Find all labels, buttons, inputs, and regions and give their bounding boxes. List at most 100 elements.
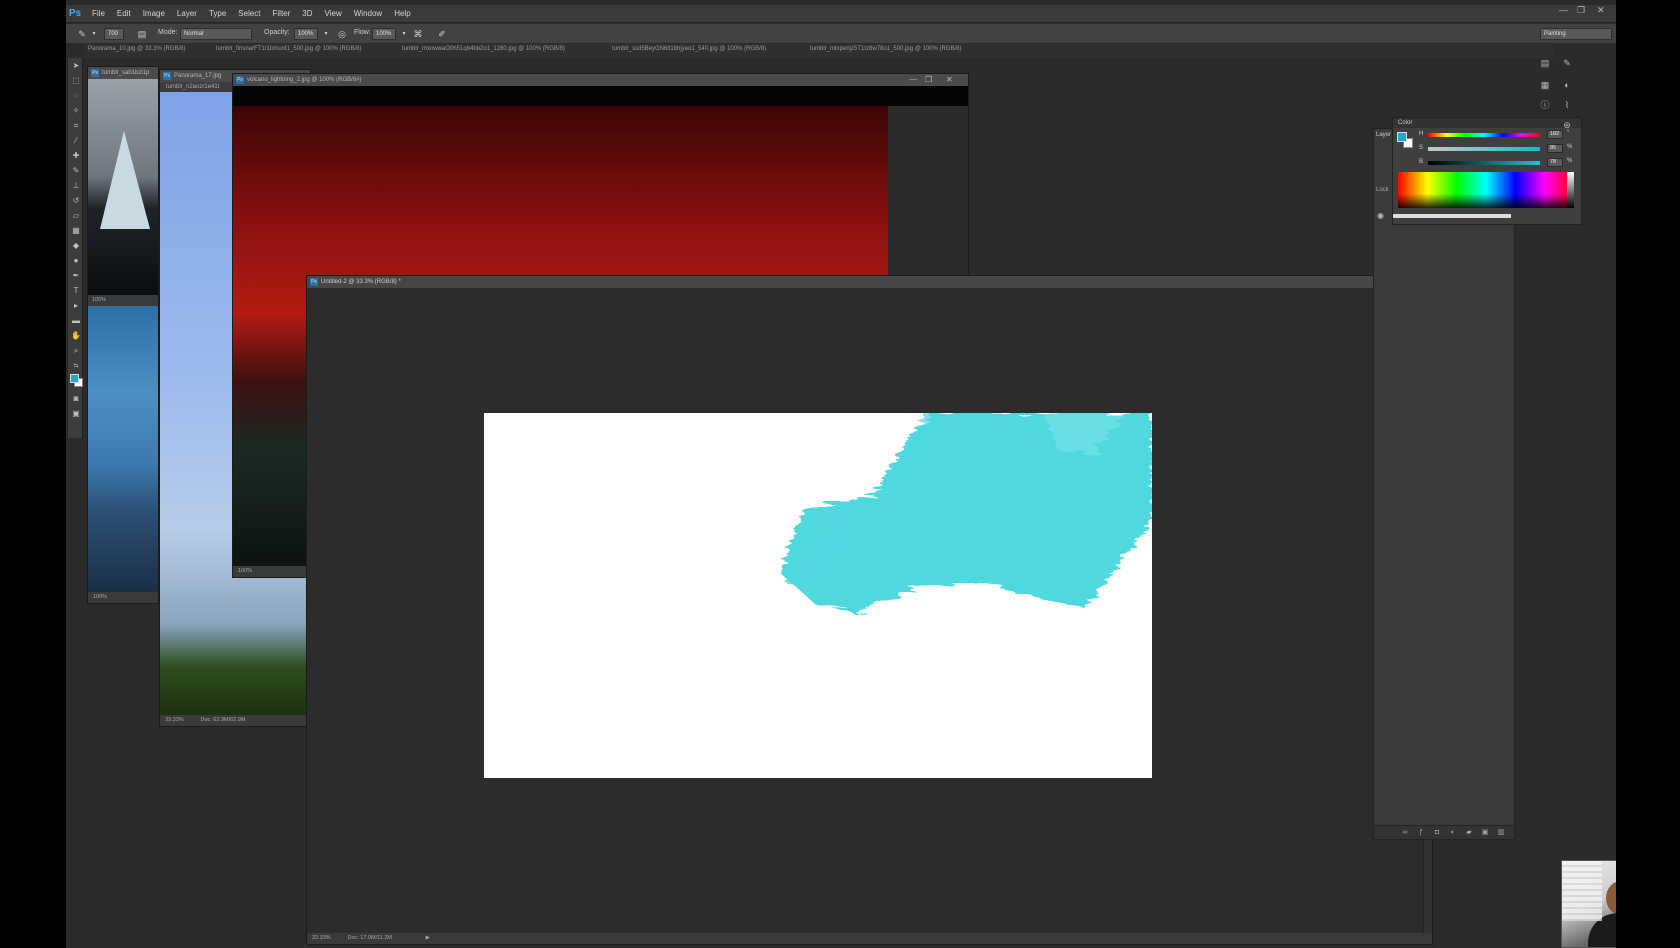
- menu-file[interactable]: File: [86, 5, 111, 23]
- quick-select-tool-icon[interactable]: ✧: [70, 105, 82, 117]
- airbrush-icon[interactable]: ⌘: [412, 28, 424, 40]
- stamp-tool-icon[interactable]: ⊥: [70, 180, 82, 192]
- menu-edit[interactable]: Edit: [111, 5, 137, 23]
- saturation-field[interactable]: 85: [1547, 144, 1563, 153]
- adjustments-panel-icon[interactable]: ◐: [1560, 79, 1574, 91]
- quick-mask-icon[interactable]: ◙: [70, 393, 82, 405]
- iceberg-shape: [100, 131, 150, 229]
- crop-tool-icon[interactable]: ⌗: [70, 120, 82, 132]
- paths-panel-icon[interactable]: ⌇: [1560, 99, 1574, 111]
- hue-slider[interactable]: [1428, 133, 1540, 137]
- window-title[interactable]: Ps tumblr_sab1bzl1p: [88, 67, 158, 79]
- opacity-label: Opacity:: [264, 29, 290, 36]
- restore-button[interactable]: ❐: [1577, 5, 1585, 16]
- menu-type[interactable]: Type: [203, 5, 232, 23]
- flow-field[interactable]: 100%: [372, 28, 396, 40]
- saturation-label: S: [1419, 145, 1424, 151]
- webcam-overlay: [1561, 860, 1616, 948]
- marquee-tool-icon[interactable]: ⬚: [70, 75, 82, 87]
- brush-tool-icon[interactable]: ✎: [76, 28, 88, 40]
- menu-image[interactable]: Image: [137, 5, 171, 23]
- minimize-icon[interactable]: —: [909, 75, 917, 84]
- brush-stroke: [780, 413, 1152, 613]
- pen-tool-icon[interactable]: ✒: [70, 270, 82, 282]
- gradient-tool-icon[interactable]: ▦: [70, 225, 82, 237]
- history-brush-icon[interactable]: ↺: [70, 195, 82, 207]
- link-icon[interactable]: ∞: [1400, 828, 1410, 838]
- chevron-down-icon[interactable]: ▾: [88, 28, 100, 40]
- pressure-size-icon[interactable]: ✐: [436, 28, 448, 40]
- properties-panel-icon[interactable]: ▦: [1538, 79, 1552, 91]
- screen-mode-icon[interactable]: ▣: [70, 408, 82, 420]
- color-spectrum-ramp[interactable]: [1398, 172, 1574, 208]
- brightness-slider[interactable]: [1428, 161, 1540, 165]
- shape-tool-icon[interactable]: ▬: [70, 315, 82, 327]
- brush-tool-icon[interactable]: ✎: [70, 165, 82, 177]
- document-window-untitled[interactable]: PsUntitled-2 @ 33.3% (RGB/8) * — ❐ ✕: [306, 275, 1433, 945]
- blur-tool-icon[interactable]: ◆: [70, 240, 82, 252]
- eyedropper-tool-icon[interactable]: ⁄: [70, 135, 82, 147]
- brush-presets-icon[interactable]: ✎: [1560, 57, 1574, 69]
- swap-colors-icon[interactable]: ⇆: [70, 360, 82, 372]
- history-panel-icon[interactable]: ▤: [1538, 57, 1552, 69]
- folder-icon[interactable]: ▰: [1464, 828, 1474, 838]
- mode-select[interactable]: Normal: [180, 28, 252, 40]
- doc-tab[interactable]: tumblr_ssd5BeyGN6lt1bhjyeo1_540.jpg @ 10…: [612, 46, 766, 52]
- path-select-icon[interactable]: ▸: [70, 300, 82, 312]
- opacity-field[interactable]: 100%: [294, 28, 318, 40]
- zoom-tool-icon[interactable]: ⌕: [70, 345, 82, 357]
- dodge-tool-icon[interactable]: ●: [70, 255, 82, 267]
- layers-panel: Layer Lock ◉ ∞ ƒ ◘ ◐ ▰ ▣ ▥: [1373, 128, 1515, 840]
- menu-window[interactable]: Window: [348, 5, 388, 23]
- flow-label: Flow:: [354, 29, 371, 36]
- new-layer-icon[interactable]: ▣: [1480, 828, 1490, 838]
- foreground-swatch[interactable]: [1397, 132, 1407, 142]
- layers-footer: ∞ ƒ ◘ ◐ ▰ ▣ ▥: [1374, 825, 1514, 839]
- hand-tool-icon[interactable]: ✋: [70, 330, 82, 342]
- foreground-color-swatch[interactable]: [70, 374, 79, 383]
- close-button[interactable]: ✕: [1597, 5, 1605, 16]
- eye-icon[interactable]: ◉: [1377, 211, 1384, 220]
- window-title[interactable]: Ps Untitled-2 @ 33.3% (RGB/8) *: [307, 276, 1432, 288]
- doc-tab[interactable]: tumblr_finsnarFT1r1bmunt1_500.jpg @ 100%…: [216, 46, 362, 52]
- menu-help[interactable]: Help: [388, 5, 416, 23]
- close-icon[interactable]: ✕: [946, 75, 953, 84]
- minimize-button[interactable]: —: [1559, 5, 1568, 15]
- doc-tab[interactable]: tumblr_mxowwaO0h51qb4bb2o1_1280.jpg @ 10…: [402, 46, 565, 52]
- flow-dropdown-icon[interactable]: ▾: [398, 28, 410, 40]
- trash-icon[interactable]: ▥: [1496, 828, 1506, 838]
- window-title[interactable]: Ps volcano_lightning_2.jpg @ 100% (RGB/8#…: [233, 74, 968, 86]
- painting-canvas[interactable]: [484, 413, 1152, 778]
- mask-icon[interactable]: ◘: [1432, 828, 1442, 838]
- document-tab-bar: Panorama_10.jpg @ 33.3% (RGB/8) tumblr_f…: [84, 44, 1554, 58]
- menu-select[interactable]: Select: [232, 5, 266, 23]
- channels-panel-icon[interactable]: ⊛: [1560, 119, 1574, 131]
- menu-bar: Ps File Edit Image Layer Type Select Fil…: [66, 5, 1616, 23]
- adjustment-icon[interactable]: ◐: [1448, 828, 1458, 838]
- saturation-unit: %: [1567, 144, 1573, 150]
- eraser-tool-icon[interactable]: ▱: [70, 210, 82, 222]
- type-tool-icon[interactable]: T: [70, 285, 82, 297]
- doc-tab[interactable]: Panorama_10.jpg @ 33.3% (RGB/8): [88, 46, 185, 52]
- panel-divider: [1393, 214, 1511, 218]
- restore-icon[interactable]: ❐: [925, 75, 932, 84]
- brush-size-field[interactable]: 700: [104, 28, 124, 40]
- healing-brush-icon[interactable]: ✚: [70, 150, 82, 162]
- saturation-slider[interactable]: [1428, 147, 1540, 151]
- workspace-select[interactable]: Painting: [1540, 28, 1612, 40]
- info-panel-icon[interactable]: ⓘ: [1538, 99, 1552, 111]
- brightness-field[interactable]: 78: [1547, 158, 1563, 167]
- pressure-opacity-icon[interactable]: ◎: [336, 28, 348, 40]
- menu-layer[interactable]: Layer: [171, 5, 203, 23]
- opacity-dropdown-icon[interactable]: ▾: [320, 28, 332, 40]
- doc-tab[interactable]: tumblr_mtxpenjz5T1tz8w78o1_500.jpg @ 100…: [810, 46, 962, 52]
- image-top-band: [233, 86, 968, 106]
- move-tool-icon[interactable]: ➤: [70, 60, 82, 72]
- menu-filter[interactable]: Filter: [267, 5, 297, 23]
- document-window-iceberg[interactable]: Ps tumblr_sab1bzl1p 100% 100%: [87, 66, 159, 604]
- menu-view[interactable]: View: [319, 5, 348, 23]
- menu-3d[interactable]: 3D: [296, 5, 318, 23]
- fx-icon[interactable]: ƒ: [1416, 828, 1426, 838]
- brush-panel-icon[interactable]: ▤: [136, 28, 148, 40]
- lasso-tool-icon[interactable]: ◌: [70, 90, 82, 102]
